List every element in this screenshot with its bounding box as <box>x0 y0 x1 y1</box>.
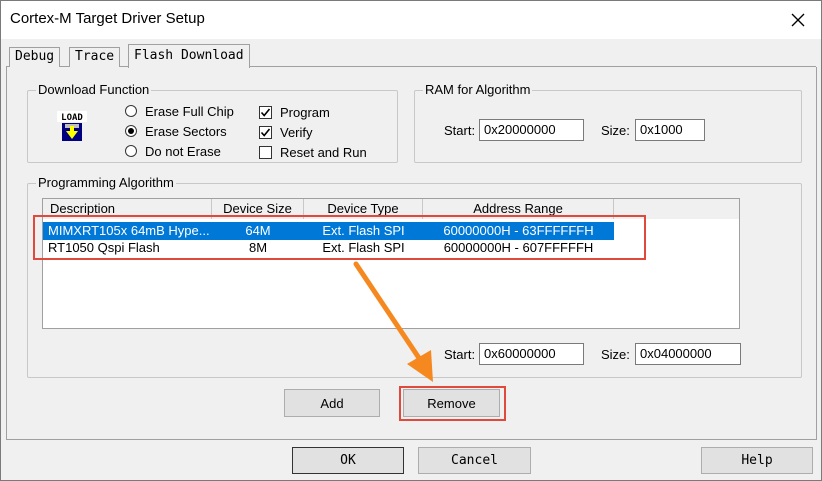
radio-do-not-erase[interactable] <box>125 145 137 157</box>
algo-size-label: Size: <box>601 347 630 362</box>
program-label: Program <box>280 104 330 120</box>
load-icon: LOAD <box>57 111 87 141</box>
ram-for-algorithm-title: RAM for Algorithm <box>423 82 533 97</box>
radio-erase-sectors[interactable] <box>125 125 137 137</box>
row-size: 64M <box>245 223 271 238</box>
erase-sectors-label: Erase Sectors <box>145 123 227 139</box>
download-function-title: Download Function <box>36 82 152 97</box>
row-type: Ext. Flash SPI <box>322 223 405 238</box>
radio-erase-full-chip[interactable] <box>125 105 137 117</box>
row-description: MIMXRT105x 64mB Hype... <box>48 223 210 238</box>
column-header-device-type[interactable]: Device Type <box>304 199 423 219</box>
help-button[interactable]: Help <box>701 447 813 474</box>
table-row[interactable]: MIMXRT105x 64mB Hype... 64M Ext. Flash S… <box>43 222 614 240</box>
close-icon <box>791 13 805 27</box>
add-button[interactable]: Add <box>284 389 380 417</box>
remove-button-label: Remove <box>427 395 476 411</box>
row-description: RT1050 Qspi Flash <box>48 240 160 255</box>
verify-check-row[interactable]: Verify <box>259 123 313 141</box>
title-bar: Cortex-M Target Driver Setup <box>1 1 821 39</box>
load-icon-text: LOAD <box>61 113 83 123</box>
close-button[interactable] <box>775 1 821 39</box>
tab-label: Debug <box>15 49 55 64</box>
program-checkbox[interactable] <box>259 105 272 119</box>
reset-and-run-label: Reset and Run <box>280 144 367 160</box>
tab-debug[interactable]: Debug <box>9 47 61 67</box>
column-header-description[interactable]: Description <box>43 199 212 219</box>
checkmark-icon <box>260 107 271 117</box>
program-check-row[interactable]: Program <box>259 103 330 121</box>
tab-label: Flash Download <box>134 48 244 63</box>
cancel-button-label: Cancel <box>451 453 498 468</box>
do-not-erase-option[interactable]: Do not Erase <box>125 142 221 160</box>
tab-trace[interactable]: Trace <box>69 47 121 67</box>
reset-and-run-checkbox[interactable] <box>259 145 272 159</box>
column-header-device-size[interactable]: Device Size <box>212 199 304 219</box>
row-range: 60000000H - 607FFFFFH <box>443 240 594 255</box>
ram-size-field[interactable]: 0x1000 <box>635 119 705 141</box>
cancel-button[interactable]: Cancel <box>418 447 531 474</box>
dialog-window: Cortex-M Target Driver Setup Debug Trace… <box>0 0 822 481</box>
add-button-label: Add <box>320 395 344 411</box>
ok-button[interactable]: OK <box>292 447 404 474</box>
ram-size-label: Size: <box>601 123 630 138</box>
verify-label: Verify <box>280 124 313 140</box>
row-range: 60000000H - 63FFFFFFH <box>443 223 594 238</box>
remove-button[interactable]: Remove <box>403 389 500 417</box>
erase-sectors-option[interactable]: Erase Sectors <box>125 122 227 140</box>
ram-start-label: Start: <box>444 123 476 138</box>
table-row[interactable]: RT1050 Qspi Flash 8M Ext. Flash SPI 6000… <box>43 239 614 257</box>
programming-algorithm-title: Programming Algorithm <box>36 175 176 190</box>
reset-and-run-check-row[interactable]: Reset and Run <box>259 143 367 161</box>
tab-label: Trace <box>75 49 115 64</box>
erase-full-chip-option[interactable]: Erase Full Chip <box>125 102 234 120</box>
ram-start-field[interactable]: 0x20000000 <box>479 119 584 141</box>
algo-size-field[interactable]: 0x04000000 <box>635 343 741 365</box>
erase-full-chip-label: Erase Full Chip <box>145 103 234 119</box>
column-header-address-range[interactable]: Address Range <box>423 199 614 219</box>
ok-button-label: OK <box>340 453 356 468</box>
help-button-label: Help <box>741 453 773 468</box>
row-size: 8M <box>248 240 268 255</box>
arrow-annotation-icon <box>353 261 433 382</box>
row-type: Ext. Flash SPI <box>322 240 405 255</box>
list-header: Description Device Size Device Type Addr… <box>43 199 739 219</box>
tab-flash-download[interactable]: Flash Download <box>128 44 250 68</box>
window-title: Cortex-M Target Driver Setup <box>10 10 205 27</box>
checkmark-icon <box>260 127 271 137</box>
verify-checkbox[interactable] <box>259 125 272 139</box>
algo-start-field[interactable]: 0x60000000 <box>479 343 584 365</box>
do-not-erase-label: Do not Erase <box>145 143 221 159</box>
